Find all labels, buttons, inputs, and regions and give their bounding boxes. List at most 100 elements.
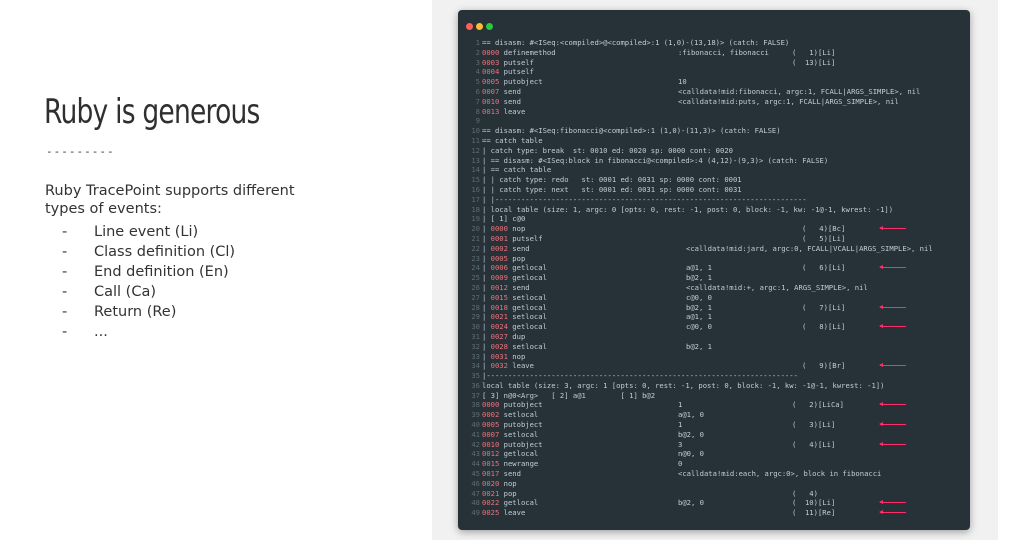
instruction-operands: 10 — [678, 77, 687, 87]
instruction: 0012 getlocal — [482, 449, 538, 459]
code-line: 11 == catch table — [458, 136, 970, 146]
instruction-offset: 0007 — [482, 429, 500, 439]
instruction-opcode: putobject — [503, 400, 543, 410]
code-line: 47 0021 pop ( 4) — [458, 489, 970, 499]
annotation-arrow-icon — [879, 402, 906, 407]
line-number: 43 — [471, 449, 480, 459]
instruction: 0015 newrange — [482, 459, 538, 469]
instruction-offset: 0028 — [490, 341, 508, 351]
code-text: | catch type: break st: 0010 ed: 0020 sp… — [482, 145, 733, 155]
close-window-icon[interactable] — [466, 23, 473, 30]
instruction: 0021 pop — [482, 489, 517, 499]
instruction-operands: 1 — [678, 400, 683, 410]
line-event-info: ( 4)[Bc] — [802, 224, 846, 234]
instruction: | 0002 send — [482, 244, 530, 254]
code-line: 7 0010 send <calldata!mid:puts, argc:1, FC… — [458, 97, 970, 107]
code-line: 46 0020 nop — [458, 479, 970, 489]
code-line: 30 | 0024 getlocal c@0, 0 ( 8)[Li] — [458, 322, 970, 332]
line-number: 5 — [475, 77, 480, 87]
line-number: 17 — [471, 194, 480, 204]
instruction-opcode: leave — [503, 508, 526, 518]
code-text: == disasm: #<ISeq:<compiled>@<compiled>:… — [482, 38, 790, 47]
annotation-arrow-icon — [879, 226, 906, 231]
instruction-offset: 0001 — [490, 233, 508, 243]
line-number: 46 — [471, 478, 480, 488]
line-number: 20 — [471, 224, 480, 234]
line-number: 24 — [471, 263, 480, 273]
tree-prefix: | — [482, 351, 491, 361]
line-number: 49 — [471, 508, 480, 518]
instruction-offset: 0002 — [490, 243, 508, 253]
line-event-info: ( 4)[Li] — [792, 439, 836, 449]
event-list: - Line event (Li) - Class definition (Cl) … — [62, 222, 235, 342]
code-text: | == disasm: #<ISeq:block in fibonacci@<… — [482, 155, 829, 165]
line-number: 32 — [471, 341, 480, 351]
line-number: 44 — [471, 459, 480, 469]
code-line: 9 — [458, 116, 970, 126]
line-event-info: ( 13)[Li] — [792, 57, 836, 67]
annotation-arrow-icon — [879, 500, 906, 505]
instruction-opcode: nop — [512, 351, 526, 361]
tree-prefix: | — [482, 282, 491, 292]
instruction-opcode: nop — [512, 224, 526, 234]
instruction: | 0012 send — [482, 283, 530, 293]
instruction: 0003 putself — [482, 58, 534, 68]
line-number: 4 — [475, 67, 480, 77]
line-number: 45 — [471, 469, 480, 479]
line-event-info: ( 11)[Re] — [792, 508, 836, 518]
line-event-info: ( 1)[Li] — [792, 47, 836, 57]
maximize-window-icon[interactable] — [486, 23, 493, 30]
tree-prefix: | — [482, 233, 491, 243]
line-number: 19 — [471, 214, 480, 224]
code-line: 34 | 0032 leave ( 9)[Br] — [458, 361, 970, 371]
code-line: 15 | | catch type: redo st: 0001 ed: 0031… — [458, 175, 970, 185]
code-line: 17 | |-----------------------------------… — [458, 195, 970, 205]
instruction: 0005 putobject — [482, 420, 543, 430]
code-line: 18 | local table (size: 1, argc: 0 [opts:… — [458, 205, 970, 215]
instruction-offset: 0009 — [490, 273, 508, 283]
line-number: 48 — [471, 498, 480, 508]
instruction: | 0006 getlocal — [482, 263, 547, 273]
tree-prefix: | — [482, 302, 491, 312]
instruction-opcode: putobject — [503, 420, 543, 430]
bullet-marker: - — [62, 324, 68, 340]
line-number: 1 — [475, 38, 480, 47]
code-text: | == catch table — [482, 165, 552, 175]
line-number: 39 — [471, 410, 480, 420]
list-item: - Call (Ca) — [62, 282, 235, 302]
line-number: 13 — [471, 155, 480, 165]
instruction-offset: 0021 — [482, 488, 500, 498]
code-line: 25 | 0009 getlocal b@2, 1 — [458, 273, 970, 283]
instruction: 0020 nop — [482, 479, 517, 489]
code-line: 35 |-------------------------------------… — [458, 371, 970, 381]
instruction-opcode: pop — [503, 488, 517, 498]
list-item-label: Line event (Li) — [94, 224, 199, 240]
instruction-offset: 0027 — [490, 331, 508, 341]
instruction-opcode: getlocal — [503, 449, 539, 459]
line-number: 31 — [471, 331, 480, 341]
minimize-window-icon[interactable] — [476, 23, 483, 30]
instruction-opcode: putobject — [503, 439, 543, 449]
code-line: 43 0012 getlocal n@0, 0 — [458, 449, 970, 459]
instruction: | 0028 setlocal — [482, 342, 547, 352]
instruction-offset: 0025 — [482, 508, 500, 518]
line-number: 22 — [471, 243, 480, 253]
list-item-label: Class definition (Cl) — [94, 244, 236, 260]
bullet-marker: - — [62, 284, 68, 300]
instruction-offset: 0012 — [482, 449, 500, 459]
instruction-offset: 0000 — [482, 400, 500, 410]
line-number: 35 — [471, 371, 480, 381]
instruction-operands: b@2, 0 — [678, 498, 704, 508]
line-number: 36 — [471, 380, 480, 390]
instruction-opcode: getlocal — [512, 322, 547, 332]
instruction-offset: 0015 — [490, 292, 508, 302]
line-number: 16 — [471, 184, 480, 194]
code-text: [ 3] n@0<Arg> [ 2] a@1 [ 1] b@2 — [482, 390, 656, 400]
instruction-offset: 0020 — [482, 478, 500, 488]
line-event-info: ( 6)[Li] — [802, 263, 846, 273]
code-line: 45 0017 send <calldata!mid:each, argc:0>, … — [458, 469, 970, 479]
instruction-offset: 0007 — [482, 86, 500, 96]
line-number: 14 — [471, 165, 480, 175]
line-number: 2 — [475, 47, 480, 57]
code-line: 42 0010 putobject 3 ( 4)[Li] — [458, 440, 970, 450]
